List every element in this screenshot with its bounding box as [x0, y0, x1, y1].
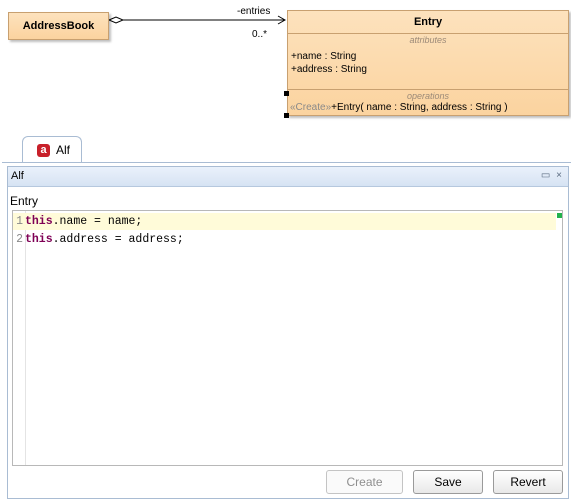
- alf-view: Alf ▭ × Entry 1 this.name = name; 2 this.a…: [7, 166, 569, 499]
- operation-stereotype: «Create»: [290, 102, 332, 113]
- association-role-label: -entries: [237, 6, 271, 17]
- uml-diagram[interactable]: -entries 0..* AddressBook Entry attribut…: [0, 0, 571, 128]
- aggregation-diamond: [107, 16, 125, 24]
- close-icon[interactable]: ×: [556, 170, 562, 181]
- operation-signature: +Entry( name : String, address : String …: [331, 102, 508, 113]
- selection-handle[interactable]: [284, 113, 289, 118]
- compartment-divider: [288, 89, 568, 90]
- line-number: 1: [16, 215, 23, 228]
- view-header: Alf ▭ ×: [8, 167, 568, 187]
- code-keyword: this: [25, 233, 53, 246]
- code-text: .name = name;: [52, 215, 143, 228]
- attribute-address[interactable]: +address : String: [291, 64, 367, 75]
- attributes-compartment-title: attributes: [409, 35, 447, 45]
- line-number: 2: [16, 233, 23, 246]
- create-button[interactable]: Create: [326, 470, 403, 494]
- operations-compartment-title: operations: [406, 91, 450, 101]
- selection-handle[interactable]: [284, 91, 289, 96]
- code-line[interactable]: 1 this.name = name;: [13, 213, 556, 230]
- tab-alf[interactable]: a Alf: [22, 136, 82, 162]
- overview-ruler[interactable]: [556, 221, 562, 465]
- save-button[interactable]: Save: [413, 470, 483, 494]
- view-title: Alf: [11, 170, 24, 182]
- attribute-name[interactable]: +name : String: [291, 51, 356, 62]
- code-keyword: this: [25, 215, 53, 228]
- line-number-gutter: [13, 211, 26, 465]
- entry-class[interactable]: Entry attributes +name : String +address…: [287, 10, 569, 116]
- alf-code-editor[interactable]: 1 this.name = name; 2 this.address = addre…: [12, 210, 563, 466]
- alf-icon: a: [37, 144, 50, 157]
- view-tab-bar: a Alf: [2, 131, 571, 163]
- class-name: AddressBook: [22, 20, 95, 32]
- code-text: .address = address;: [52, 233, 184, 246]
- code-line[interactable]: 2 this.address = address;: [13, 231, 556, 248]
- compartment-divider: [288, 33, 568, 34]
- tab-label: Alf: [56, 143, 71, 157]
- minimize-icon[interactable]: ▭: [541, 170, 550, 181]
- addressbook-class[interactable]: AddressBook: [8, 12, 109, 40]
- view-actions: ▭ ×: [538, 170, 562, 181]
- operation-entry-constructor[interactable]: «Create»+Entry( name : String, address :…: [290, 102, 508, 113]
- element-name: Entry: [10, 194, 39, 208]
- status-marker: [557, 213, 562, 218]
- association-multiplicity-label: 0..*: [252, 29, 268, 40]
- class-name: Entry: [413, 16, 443, 28]
- revert-button[interactable]: Revert: [493, 470, 563, 494]
